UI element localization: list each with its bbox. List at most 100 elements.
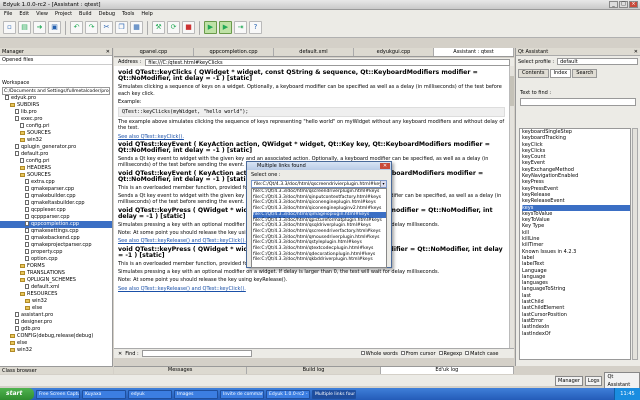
tree-item[interactable]: TRANSLATIONS	[0, 270, 112, 277]
link-list-item[interactable]: file:C:/Qt/4.3.3/doc/html/qscreendriverp…	[253, 189, 386, 195]
menu-help[interactable]: Help	[141, 11, 152, 17]
tab-default-xml[interactable]: default.xml	[274, 48, 354, 56]
tree-item[interactable]: assistant.pro	[0, 312, 112, 319]
dialog-close-button[interactable]: ✕	[380, 163, 390, 169]
debug-run-icon[interactable]: ▶	[219, 21, 232, 34]
from-cursor-option[interactable]: From cursor	[400, 351, 436, 357]
tab-edyukgui[interactable]: edyukgui.cpp	[354, 48, 434, 56]
index-list-item[interactable]: lastIndexOf	[522, 331, 630, 337]
tab-messages[interactable]: Messages	[114, 367, 248, 374]
tree-item[interactable]: HEADERS	[0, 165, 112, 172]
tree-item[interactable]: else	[0, 340, 112, 347]
menu-build[interactable]: Build	[79, 11, 92, 17]
menu-tools[interactable]: Tools	[122, 11, 134, 17]
regexp-option[interactable]: Regexp	[438, 351, 462, 357]
tree-item[interactable]: RESOURCES	[0, 291, 112, 298]
link-list-item[interactable]: file:C:/Qt/4.3.3/doc/html/qscreendriverf…	[253, 229, 386, 235]
tree-item[interactable]: qmakeparser.cpp	[0, 186, 112, 193]
tab-edyuk-log[interactable]: Ed'uk log	[380, 367, 514, 374]
cut-icon[interactable]: ✂	[100, 21, 113, 34]
tree-item[interactable]: default.pro	[0, 151, 112, 158]
tree-item[interactable]: qmakebuilder.cpp	[0, 193, 112, 200]
tree-item[interactable]: lib.pro	[0, 109, 112, 116]
checkbox-icon[interactable]	[360, 351, 365, 355]
index-list[interactable]: keyboardSingleStep keyboardTracking keyCli…	[519, 128, 631, 360]
tree-item[interactable]: qcppleser.cpp	[0, 207, 112, 214]
menu-file[interactable]: File	[4, 11, 12, 17]
help-icon[interactable]: ?	[249, 21, 262, 34]
tree-item[interactable]: default.xml	[0, 284, 112, 291]
menu-project[interactable]: Project	[55, 11, 72, 17]
tree-item[interactable]: qppcompletion.cpp	[0, 221, 112, 228]
tree-item[interactable]: extra.cpp	[0, 179, 112, 186]
tree-item[interactable]: property.cpp	[0, 249, 112, 256]
forward-arrow-icon[interactable]: ➜	[33, 21, 46, 34]
step-icon[interactable]: ⇥	[234, 21, 247, 34]
tab-qppcompletion[interactable]: qppcompletion.cpp	[194, 48, 274, 56]
tree-item[interactable]: win32	[0, 298, 112, 305]
document-scrollbar[interactable]	[509, 66, 514, 348]
tree-item[interactable]: CONFIG(debug,release|debug)	[0, 333, 112, 340]
close-icon[interactable]: ✕	[106, 49, 110, 55]
maximize-button[interactable]: □	[619, 1, 628, 8]
tree-item[interactable]: qmakeltasbuilder.cpp	[0, 200, 112, 207]
new-file-icon[interactable]: ▫	[3, 21, 16, 34]
tree-item[interactable]: exec.pro	[0, 116, 112, 123]
tree-item[interactable]: qcppparser.cpp	[0, 214, 112, 221]
tab-assistant-qtest[interactable]: Assistant : qtest	[434, 48, 514, 56]
redo-icon[interactable]: ↷	[85, 21, 98, 34]
open-folder-icon[interactable]: ▤	[18, 21, 31, 34]
whole-words-option[interactable]: Whole words	[360, 351, 398, 357]
tree-item[interactable]: gdb.pro	[0, 326, 112, 333]
taskbar-task[interactable]: Images	[174, 389, 218, 399]
checkbox-icon[interactable]	[465, 351, 470, 355]
close-icon[interactable]: ✕	[118, 351, 122, 357]
link-list-item[interactable]: file:C:/Qt/4.3.3/doc/html/qtextcodecplug…	[253, 246, 386, 252]
undo-icon[interactable]: ↶	[70, 21, 83, 34]
tree-item[interactable]: qmakesettings.cpp	[0, 228, 112, 235]
tab-index[interactable]: Index	[549, 69, 572, 78]
tab-contents[interactable]: Contents	[518, 69, 549, 78]
taskbar-task[interactable]: Multiple links found	[312, 389, 356, 399]
checkbox-icon[interactable]	[400, 351, 405, 355]
close-icon[interactable]: ✕	[634, 49, 638, 55]
start-button[interactable]: start	[0, 388, 34, 400]
taskbar-task[interactable]: edyuk	[128, 389, 172, 399]
see-also-link[interactable]: See also QTest::keyRelease() and QTest::…	[118, 286, 246, 292]
tree-item[interactable]: config.pri	[0, 123, 112, 130]
close-button[interactable]: ×	[629, 1, 638, 8]
chevron-down-icon[interactable]: ▾	[380, 181, 386, 187]
menu-debug[interactable]: Debug	[99, 11, 115, 17]
opened-files-section[interactable]: Opened files	[0, 56, 112, 65]
run-icon[interactable]: ▶	[204, 21, 217, 34]
checkbox-icon[interactable]	[438, 351, 443, 355]
link-list-item[interactable]: file:C:/Qt/4.3.3/doc/html/qimageiopiugin…	[253, 211, 386, 218]
menu-view[interactable]: View	[36, 11, 48, 17]
tree-item[interactable]: else	[0, 305, 112, 312]
minimize-button[interactable]: _	[609, 1, 618, 8]
class-browser-tab[interactable]: Class browser	[0, 366, 113, 374]
copy-icon[interactable]: ❐	[115, 21, 128, 34]
taskbar-task[interactable]: Kuyaxa	[82, 389, 126, 399]
taskbar-task[interactable]: Free Screen Captu...	[36, 389, 80, 399]
stop-icon[interactable]: ■	[182, 21, 195, 34]
tree-item[interactable]: SOURCES	[0, 130, 112, 137]
tree-item[interactable]: QPLUGIN_SCHEMES	[0, 277, 112, 284]
tree-item[interactable]: qmakeprojectparser.cpp	[0, 242, 112, 249]
see-also-link[interactable]: See also QTest::keyClick().	[118, 134, 184, 140]
workspace-path-field[interactable]: C:/Documents and Settings/fullmetalcoder…	[2, 87, 110, 95]
index-search-input[interactable]	[520, 98, 636, 106]
tab-build-log[interactable]: Build log	[247, 367, 381, 374]
tree-item[interactable]: FORMS	[0, 263, 112, 270]
save-icon[interactable]: ▣	[48, 21, 61, 34]
tree-item[interactable]: edyuk.pro	[0, 95, 112, 102]
link-list-item[interactable]: file:C:/Qt/4.3.3/doc/html/qiconengineplu…	[253, 206, 386, 212]
rebuild-icon[interactable]: ⟳	[167, 21, 180, 34]
tree-item[interactable]: designer.pro	[0, 319, 112, 326]
build-icon[interactable]: ⚒	[152, 21, 165, 34]
links-list[interactable]: file:C:/Qt/4.3.3/doc/html/qscreendriverp…	[251, 188, 387, 268]
tab-qpanel[interactable]: qpanel.cpp	[114, 48, 194, 56]
profile-select[interactable]: default	[557, 58, 638, 65]
tab-search[interactable]: Search	[572, 69, 598, 78]
paste-icon[interactable]: ▦	[130, 21, 143, 34]
